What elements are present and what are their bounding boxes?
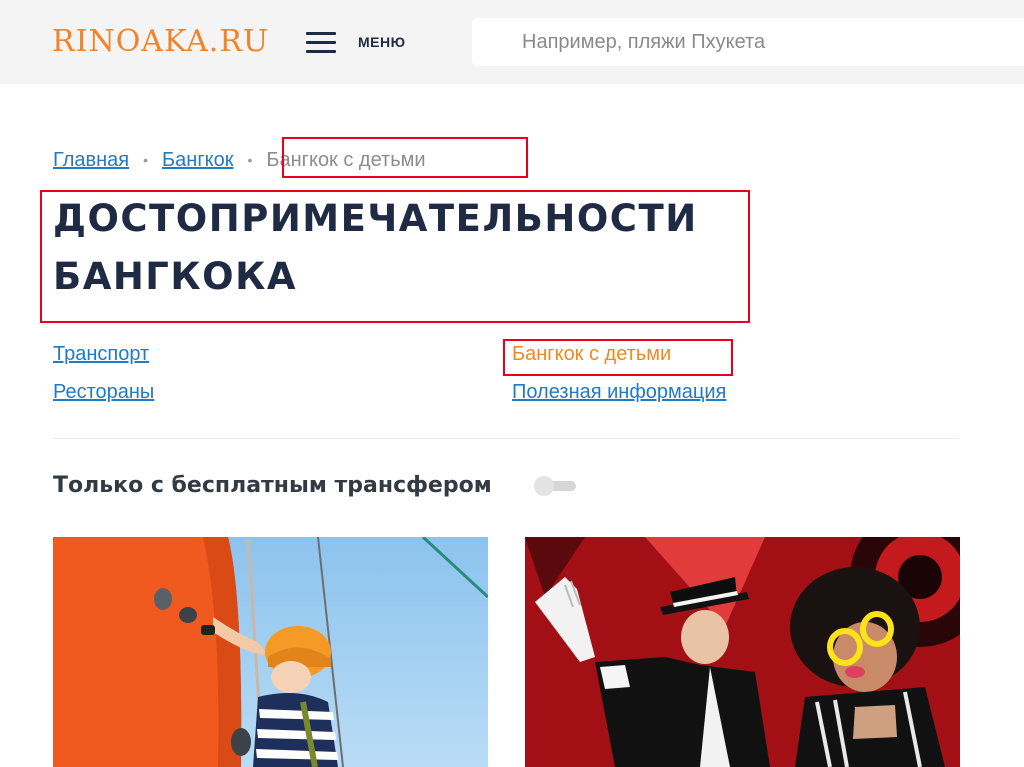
highlight-box-breadcrumb bbox=[282, 137, 528, 178]
breadcrumb-separator: • bbox=[247, 152, 253, 168]
section-link-restaurants[interactable]: Рестораны bbox=[53, 378, 154, 406]
breadcrumb-link-home[interactable]: Главная bbox=[53, 147, 129, 173]
section-link-useful-info[interactable]: Полезная информация bbox=[512, 378, 726, 406]
highlight-box-active-link bbox=[503, 339, 733, 376]
breadcrumb-separator: • bbox=[143, 152, 149, 168]
section-link-transport[interactable]: Транспорт bbox=[53, 340, 149, 368]
toggle-knob bbox=[534, 476, 554, 496]
excursion-card[interactable] bbox=[53, 537, 488, 767]
site-logo[interactable]: RINOAKA.RU bbox=[52, 24, 269, 60]
menu-button[interactable]: МЕНЮ bbox=[306, 26, 406, 58]
menu-icon bbox=[306, 31, 336, 53]
excursion-card[interactable] bbox=[525, 537, 960, 767]
menu-label: МЕНЮ bbox=[358, 34, 406, 50]
card-image-show bbox=[525, 537, 960, 767]
filter-label: Только с бесплатным трансфером bbox=[53, 473, 492, 498]
card-image-climbing bbox=[53, 537, 488, 767]
free-transfer-toggle[interactable] bbox=[534, 476, 576, 496]
site-header: RINOAKA.RU МЕНЮ bbox=[0, 0, 1024, 84]
search-box bbox=[472, 18, 1024, 66]
highlight-box-title bbox=[40, 190, 750, 323]
search-input[interactable] bbox=[472, 18, 972, 66]
breadcrumb-link-bangkok[interactable]: Бангкок bbox=[162, 147, 233, 173]
divider bbox=[53, 438, 959, 439]
